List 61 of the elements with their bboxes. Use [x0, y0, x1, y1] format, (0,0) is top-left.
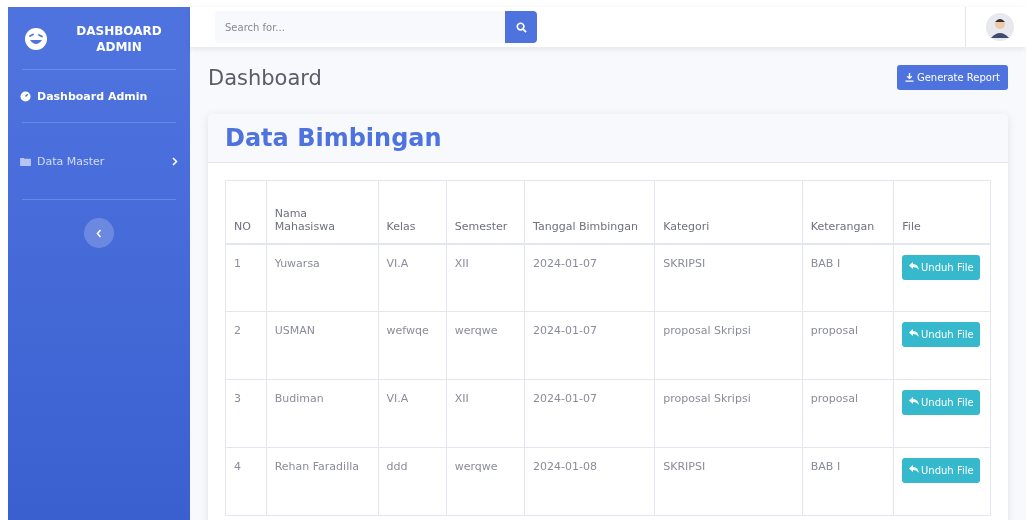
download-file-button[interactable]: Unduh File [902, 390, 981, 415]
table-cell: Yuwarsa [266, 243, 379, 312]
table-cell: wefwqe [378, 311, 447, 380]
table-cell: Budiman [266, 379, 379, 448]
gauge-icon [20, 90, 31, 102]
table-cell: werqwe [446, 311, 525, 380]
table-cell: Rehan Faradilla [266, 447, 379, 516]
table-cell: USMAN [266, 311, 379, 380]
brand-title: DASHBOARD ADMIN [75, 22, 163, 56]
download-file-button[interactable]: Unduh File [902, 458, 981, 483]
download-file-button[interactable]: Unduh File [902, 254, 981, 280]
reply-arrow-icon [909, 397, 919, 406]
table-cell: 1 [225, 243, 267, 312]
table-cell: proposal [802, 379, 894, 448]
column-header: Nama Mahasiswa [266, 180, 379, 244]
search-button[interactable] [505, 11, 537, 43]
user-avatar-icon[interactable] [986, 13, 1014, 41]
smiley-icon [24, 27, 48, 51]
reply-arrow-icon [909, 261, 919, 271]
column-header: Tanggal Bimbingan [524, 180, 655, 244]
column-header: Kelas [378, 180, 447, 244]
sidebar-item[interactable]: Data Master [8, 123, 190, 199]
column-header: Keterangan [802, 180, 894, 244]
table-cell: SKRIPSI [654, 243, 803, 312]
sidebar-item[interactable]: Dashboard Admin [8, 70, 190, 122]
folder-icon [20, 156, 31, 166]
table-cell: 2024-01-07 [524, 243, 655, 312]
download-file-button[interactable]: Unduh File [902, 322, 981, 347]
table-cell: proposal Skripsi [654, 379, 803, 448]
table-cell: 3 [225, 379, 267, 448]
table-cell: 2 [225, 311, 267, 380]
table-cell: VI.A [378, 379, 447, 448]
sidebar-toggle-button[interactable] [84, 218, 114, 248]
table-cell: BAB I [802, 243, 894, 312]
column-header: Semester [446, 180, 525, 244]
table-cell: XII [446, 379, 525, 448]
table-cell: 4 [225, 447, 267, 516]
search-field[interactable]: Search for... [215, 11, 505, 43]
generate-report-button[interactable]: Generate Report [896, 65, 1008, 90]
table-cell: proposal [802, 311, 894, 380]
page-title: Dashboard [208, 65, 322, 90]
table-cell: 2024-01-07 [524, 311, 655, 380]
table-cell: BAB I [802, 447, 894, 516]
chevron-left-icon [96, 228, 102, 238]
reply-arrow-icon [909, 465, 919, 474]
column-header: File [893, 180, 991, 244]
chevron-right-icon [172, 156, 178, 166]
table-cell: ddd [378, 447, 447, 516]
card-title: Data Bimbingan [225, 124, 443, 152]
table-cell: SKRIPSI [654, 447, 803, 516]
table-cell: proposal Skripsi [654, 311, 803, 380]
table-cell: 2024-01-07 [524, 379, 655, 448]
table-cell: werqwe [446, 447, 525, 516]
search-icon [515, 21, 527, 33]
table-cell: VI.A [378, 243, 447, 312]
table-cell: XII [446, 243, 525, 312]
download-icon [904, 73, 914, 82]
column-header: Kategori [654, 180, 803, 244]
column-header: NO [225, 180, 267, 244]
reply-arrow-icon [909, 329, 919, 338]
table-cell: 2024-01-08 [524, 447, 655, 516]
